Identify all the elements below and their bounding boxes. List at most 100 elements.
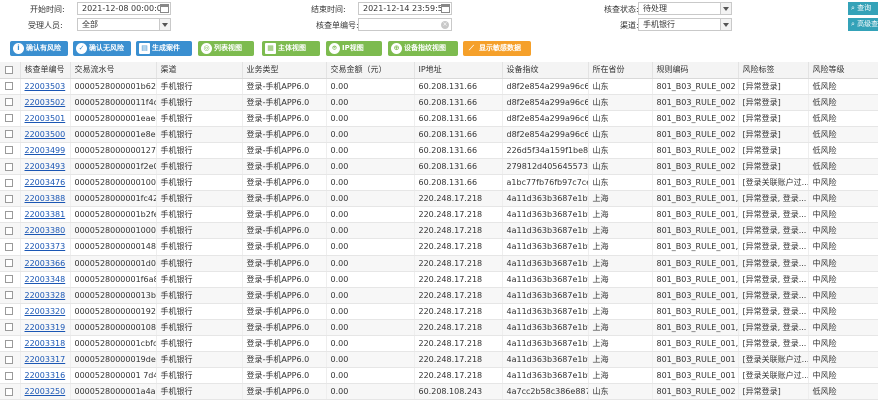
order-number-text[interactable]: 22003316 bbox=[25, 371, 66, 380]
channel-select[interactable]: 手机银行 bbox=[638, 18, 732, 31]
row-checkbox[interactable] bbox=[0, 174, 21, 192]
table-row[interactable]: 22003381 0000528000001b2fee...手机银行登录-手机AP… bbox=[0, 206, 878, 224]
device-fingerprint-view-button[interactable]: ⊕ 设备指纹视图 bbox=[388, 41, 458, 56]
table-row[interactable]: 22003328 000052800000013b4fe...手机银行登录-手机A… bbox=[0, 287, 878, 304]
row-checkbox[interactable] bbox=[0, 367, 21, 385]
chevron-down-icon[interactable] bbox=[720, 3, 731, 14]
order-number-text[interactable]: 22003500 bbox=[25, 130, 66, 139]
order-number-link[interactable]: 22003316 bbox=[20, 367, 71, 385]
column-header[interactable]: 渠道 bbox=[156, 62, 243, 79]
table-row[interactable]: 22003373 00005280000001484f8...手机银行登录-手机A… bbox=[0, 238, 878, 256]
order-number-text[interactable]: 22003381 bbox=[25, 210, 66, 219]
row-checkbox[interactable] bbox=[0, 78, 21, 95]
row-checkbox[interactable] bbox=[0, 206, 21, 224]
column-header[interactable]: 所在省份 bbox=[588, 62, 653, 79]
order-number-text[interactable]: 22003317 bbox=[25, 355, 66, 364]
column-header[interactable]: 设备指纹 bbox=[502, 62, 589, 79]
end-time-input[interactable]: 2021-12-14 23:59:59 bbox=[358, 2, 452, 15]
start-time-input[interactable]: 2021-12-08 00:00:00 bbox=[77, 2, 171, 15]
calendar-icon[interactable] bbox=[441, 4, 450, 13]
order-number-link[interactable]: 22003317 bbox=[20, 351, 71, 369]
order-number-link[interactable]: 22003476 bbox=[20, 174, 71, 192]
row-checkbox[interactable] bbox=[0, 238, 21, 256]
confirm-no-risk-button[interactable]: ✓ 确认无风险 bbox=[73, 41, 131, 56]
order-number-text[interactable]: 22003493 bbox=[25, 162, 66, 171]
order-number-link[interactable]: 22003320 bbox=[20, 303, 71, 320]
chevron-down-icon[interactable] bbox=[159, 19, 170, 30]
table-row[interactable]: 22003501 0000528000001eae4...手机银行登录-手机APP… bbox=[0, 110, 878, 127]
column-header[interactable]: 业务类型 bbox=[242, 62, 327, 79]
table-row[interactable]: 22003318 0000528000001cbfdc...手机银行登录-手机AP… bbox=[0, 335, 878, 353]
table-row[interactable]: 22003502 00005280000011f4d1...手机银行登录-手机AP… bbox=[0, 94, 878, 111]
row-checkbox[interactable] bbox=[0, 94, 21, 111]
order-number-input[interactable]: × bbox=[358, 18, 452, 31]
order-number-text[interactable]: 22003366 bbox=[25, 259, 66, 268]
order-number-link[interactable]: 22003388 bbox=[20, 190, 71, 208]
table-row[interactable]: 22003366 00005280000001d018...手机银行登录-手机AP… bbox=[0, 255, 878, 272]
order-number-text[interactable]: 22003476 bbox=[25, 178, 66, 187]
order-number-text[interactable]: 22003373 bbox=[25, 242, 66, 251]
order-number-link[interactable]: 22003500 bbox=[20, 126, 71, 143]
table-row[interactable]: 22003319 0000528000000108c4...手机银行登录-手机AP… bbox=[0, 319, 878, 337]
table-row[interactable]: 22003388 0000528000001fc423...手机银行登录-手机AP… bbox=[0, 190, 878, 208]
status-select[interactable]: 待处理 bbox=[638, 2, 732, 15]
table-row[interactable]: 22003493 0000528000001f2e02...手机银行登录-手机AP… bbox=[0, 158, 878, 176]
order-number-link[interactable]: 22003319 bbox=[20, 319, 71, 337]
order-number-text[interactable]: 22003318 bbox=[25, 339, 66, 348]
row-checkbox[interactable] bbox=[0, 110, 21, 127]
table-row[interactable]: 22003317 00005280000019dec...手机银行登录-手机APP… bbox=[0, 351, 878, 369]
row-checkbox[interactable] bbox=[0, 319, 21, 337]
order-number-text[interactable]: 22003348 bbox=[25, 275, 66, 284]
row-checkbox[interactable] bbox=[0, 303, 21, 320]
order-number-link[interactable]: 22003381 bbox=[20, 206, 71, 224]
ip-view-button[interactable]: ⌾ IP视图 bbox=[326, 41, 382, 56]
show-sensitive-data-button[interactable]: ⟋ 显示敏感数据 bbox=[463, 41, 531, 56]
order-number-text[interactable]: 22003503 bbox=[25, 82, 66, 91]
order-number-link[interactable]: 22003373 bbox=[20, 238, 71, 256]
row-checkbox[interactable] bbox=[0, 255, 21, 272]
order-number-link[interactable]: 22003502 bbox=[20, 94, 71, 111]
row-checkbox[interactable] bbox=[0, 126, 21, 143]
table-row[interactable]: 22003320 0000528000000192fff4...手机银行登录-手机… bbox=[0, 303, 878, 320]
order-number-link[interactable]: 22003493 bbox=[20, 158, 71, 176]
order-number-text[interactable]: 22003502 bbox=[25, 98, 66, 107]
order-number-link[interactable]: 22003501 bbox=[20, 110, 71, 127]
row-checkbox[interactable] bbox=[0, 222, 21, 240]
row-checkbox[interactable] bbox=[0, 287, 21, 304]
order-number-text[interactable]: 22003328 bbox=[25, 291, 66, 300]
order-number-text[interactable]: 22003388 bbox=[25, 194, 66, 203]
create-case-button[interactable]: ▤ 生成案件 bbox=[136, 41, 192, 56]
column-header[interactable]: 规则编码 bbox=[652, 62, 739, 79]
order-number-text[interactable]: 22003319 bbox=[25, 323, 66, 332]
clear-icon[interactable]: × bbox=[441, 21, 449, 29]
order-number-text[interactable]: 22003499 bbox=[25, 146, 66, 155]
chevron-down-icon[interactable] bbox=[720, 19, 731, 30]
row-checkbox[interactable] bbox=[0, 190, 21, 208]
order-number-link[interactable]: 22003348 bbox=[20, 271, 71, 288]
table-row[interactable]: 22003316 0000528000001 7d47...手机银行登录-手机AP… bbox=[0, 367, 878, 385]
row-checkbox[interactable] bbox=[0, 351, 21, 369]
table-row[interactable]: 22003250 0000528000001a4aa...手机银行登录-手机APP… bbox=[0, 383, 878, 401]
table-row[interactable]: 22003500 0000528000001e8ed...手机银行登录-手机APP… bbox=[0, 126, 878, 143]
row-checkbox[interactable] bbox=[0, 383, 21, 401]
row-checkbox[interactable] bbox=[0, 271, 21, 288]
column-header[interactable]: 风险标签 bbox=[738, 62, 809, 79]
column-header[interactable]: IP地址 bbox=[414, 62, 503, 79]
order-number-text[interactable]: 22003380 bbox=[25, 226, 66, 235]
order-number-text[interactable]: 22003501 bbox=[25, 114, 66, 123]
order-number-link[interactable]: 22003250 bbox=[20, 383, 71, 401]
advanced-query-button[interactable]: ⌕ 高级查询 bbox=[848, 18, 878, 31]
subject-view-button[interactable]: ▦ 主体视图 bbox=[262, 41, 320, 56]
column-header[interactable]: 交易金额（元） bbox=[326, 62, 415, 79]
order-number-link[interactable]: 22003503 bbox=[20, 78, 71, 95]
order-number-link[interactable]: 22003366 bbox=[20, 255, 71, 272]
row-checkbox[interactable] bbox=[0, 158, 21, 176]
order-number-link[interactable]: 22003318 bbox=[20, 335, 71, 353]
table-row[interactable]: 22003499 00005280000001278d...手机银行登录-手机AP… bbox=[0, 142, 878, 159]
table-row[interactable]: 22003348 0000528000001f6a84...手机银行登录-手机AP… bbox=[0, 271, 878, 288]
person-select[interactable]: 全部 bbox=[77, 18, 171, 31]
row-checkbox[interactable] bbox=[0, 335, 21, 353]
order-number-link[interactable]: 22003499 bbox=[20, 142, 71, 159]
order-number-link[interactable]: 22003328 bbox=[20, 287, 71, 304]
order-number-text[interactable]: 22003320 bbox=[25, 307, 66, 316]
